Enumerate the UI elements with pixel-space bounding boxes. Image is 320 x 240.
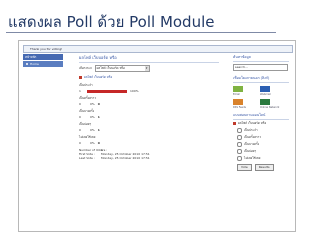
option-percent: 100% [130, 89, 139, 93]
title-underline [79, 62, 219, 63]
network-logo-icon [260, 99, 270, 105]
option-percent: 0% [90, 115, 95, 119]
stat-value: Monday, 25 October 2010 17:51 [101, 156, 150, 160]
title-divider [6, 32, 276, 33]
option-percent: 0% [90, 128, 95, 132]
poll-select[interactable]: ผลโพล์ เว็บบอร์ด หรือ ▾ [94, 65, 150, 72]
vote-question-text: ผลโพล์ เว็บบอร์ด หรือ [238, 121, 267, 125]
option-result: 1 100% [79, 89, 219, 93]
vote-option-label: ไม่เคยใช้เลย [244, 156, 261, 160]
option-label: เป็นครั้งคราว [79, 96, 97, 100]
browser-screenshot: Thank you for voting! หน้าหลัก Home ผลโพ… [18, 40, 296, 232]
heading-underline [233, 61, 289, 62]
vote-buttons: Vote Results [237, 164, 289, 171]
option-result: 0 0% 1 [79, 128, 219, 132]
option-result: 0 0% 1 [79, 115, 219, 119]
select-label: เลือก Poll [79, 66, 92, 70]
option-result: 0 0% 0 [79, 141, 219, 145]
option-count: 0 [79, 115, 81, 119]
vote-option-label: เป็นประจำ [244, 128, 258, 132]
option-label: เป็นบางครั้ง [79, 109, 95, 113]
vote-button[interactable]: Vote [237, 164, 252, 171]
radio-button[interactable] [237, 142, 242, 147]
radio-button[interactable] [237, 128, 242, 133]
rss-icon [233, 99, 243, 105]
radio-button[interactable] [237, 149, 242, 154]
option-label: ไม่เคยใช้เลย [79, 135, 96, 139]
radio-button[interactable] [237, 156, 242, 161]
vote-option[interactable]: เป็นบางครั้ง [237, 142, 289, 147]
chevron-down-icon[interactable]: ▾ [144, 66, 149, 71]
poll-question-row: ผลโพล์ เว็บบอร์ด หรือ [79, 75, 219, 80]
page-title: ผลโพล์ เว็บบอร์ด หรือ [79, 55, 117, 60]
option-label: เป็นบ่อยๆ [79, 122, 92, 126]
web-logo-icon [260, 86, 270, 92]
vote-option[interactable]: เป็นครั้งคราว [237, 135, 289, 140]
notice-text: Thank you for voting! [30, 47, 63, 51]
search-heading: ค้นหาข้อมูล [233, 55, 251, 59]
option-result: 0 0% 0 [79, 102, 219, 106]
link-rss[interactable]: RSS Feeds [233, 99, 260, 109]
results-button[interactable]: Results [254, 164, 274, 171]
poll-question: ผลโพล์ เว็บบอร์ด หรือ [84, 75, 113, 79]
option-count: 0 [79, 102, 81, 106]
result-bar [87, 89, 127, 93]
vote-poll: ผลโพล์ เว็บบอร์ด หรือ เป็นประจำ เป็นครั้… [233, 121, 289, 171]
option-votes: 0 [97, 102, 100, 106]
menu-item-label: Home [30, 62, 39, 66]
option-percent: 0% [90, 102, 95, 106]
vote-option-label: เป็นบางครั้ง [244, 142, 260, 146]
link-label: RSS Feeds [233, 106, 246, 109]
option-votes: 1 [97, 115, 100, 119]
vote-option-label: เป็นครั้งคราว [244, 135, 262, 139]
option-count: 0 [79, 141, 81, 145]
option-votes: 0 [97, 141, 100, 145]
poll-icon [233, 122, 236, 125]
heading-underline [233, 82, 289, 83]
link-label: Webmail [260, 93, 271, 96]
poll-select-value: ผลโพล์ เว็บบอร์ด หรือ [96, 66, 125, 70]
menu-item-home[interactable]: Home [23, 61, 63, 67]
option-percent: 0% [90, 141, 95, 145]
option-label: เป็นประจำ [79, 83, 93, 87]
bullet-icon [26, 63, 28, 65]
notice-bar: Thank you for voting! [23, 45, 293, 53]
link-network[interactable]: Online Network [260, 99, 287, 109]
slide-title: แสดงผล Poll ด้วย Poll Module [8, 13, 215, 31]
envelope-icon [233, 86, 243, 92]
left-menu: หน้าหลัก Home [23, 54, 63, 67]
vote-question: ผลโพล์ เว็บบอร์ด หรือ [233, 121, 289, 126]
external-links: Email Webmail RSS Feeds Online Network [233, 86, 289, 112]
heading-underline [233, 119, 289, 120]
link-label: Online Network [260, 106, 280, 109]
option-votes: 1 [97, 128, 100, 132]
option-count: 1 [79, 89, 81, 93]
vote-option[interactable]: ไม่เคยใช้เลย [237, 156, 289, 161]
menu-header: หน้าหลัก [23, 54, 63, 60]
poll-select-row: เลือก Poll ผลโพล์ เว็บบอร์ด หรือ ▾ [79, 65, 219, 72]
poll-stats: Number of Voters :1 First Vote : Monday, … [79, 148, 219, 160]
poll-results-panel: ผลโพล์ เว็บบอร์ด หรือ เลือก Poll ผลโพล์ … [79, 54, 219, 160]
stat-key: Last Vote : [79, 156, 95, 160]
link-label: Email [233, 93, 240, 96]
vote-option[interactable]: เป็นประจำ [237, 128, 289, 133]
radio-button[interactable] [237, 135, 242, 140]
right-sidebar: ค้นหาข้อมูล search... เชื่อมโยงภายนอก (ล… [233, 54, 289, 171]
poll-icon [79, 76, 82, 79]
search-input[interactable]: search... [233, 64, 288, 71]
vote-option-label: เป็นบ่อยๆ [244, 149, 257, 153]
option-count: 0 [79, 128, 81, 132]
vote-option[interactable]: เป็นบ่อยๆ [237, 149, 289, 154]
link-email[interactable]: Email [233, 86, 260, 96]
links-heading: เชื่อมโยงภายนอก (ลิงก์) [233, 76, 270, 80]
stat-row: Last Vote : Monday, 25 October 2010 17:51 [79, 156, 219, 160]
link-webmail[interactable]: Webmail [260, 86, 287, 96]
poll-heading: แบบสอบถามออนไลน์ [233, 113, 266, 117]
